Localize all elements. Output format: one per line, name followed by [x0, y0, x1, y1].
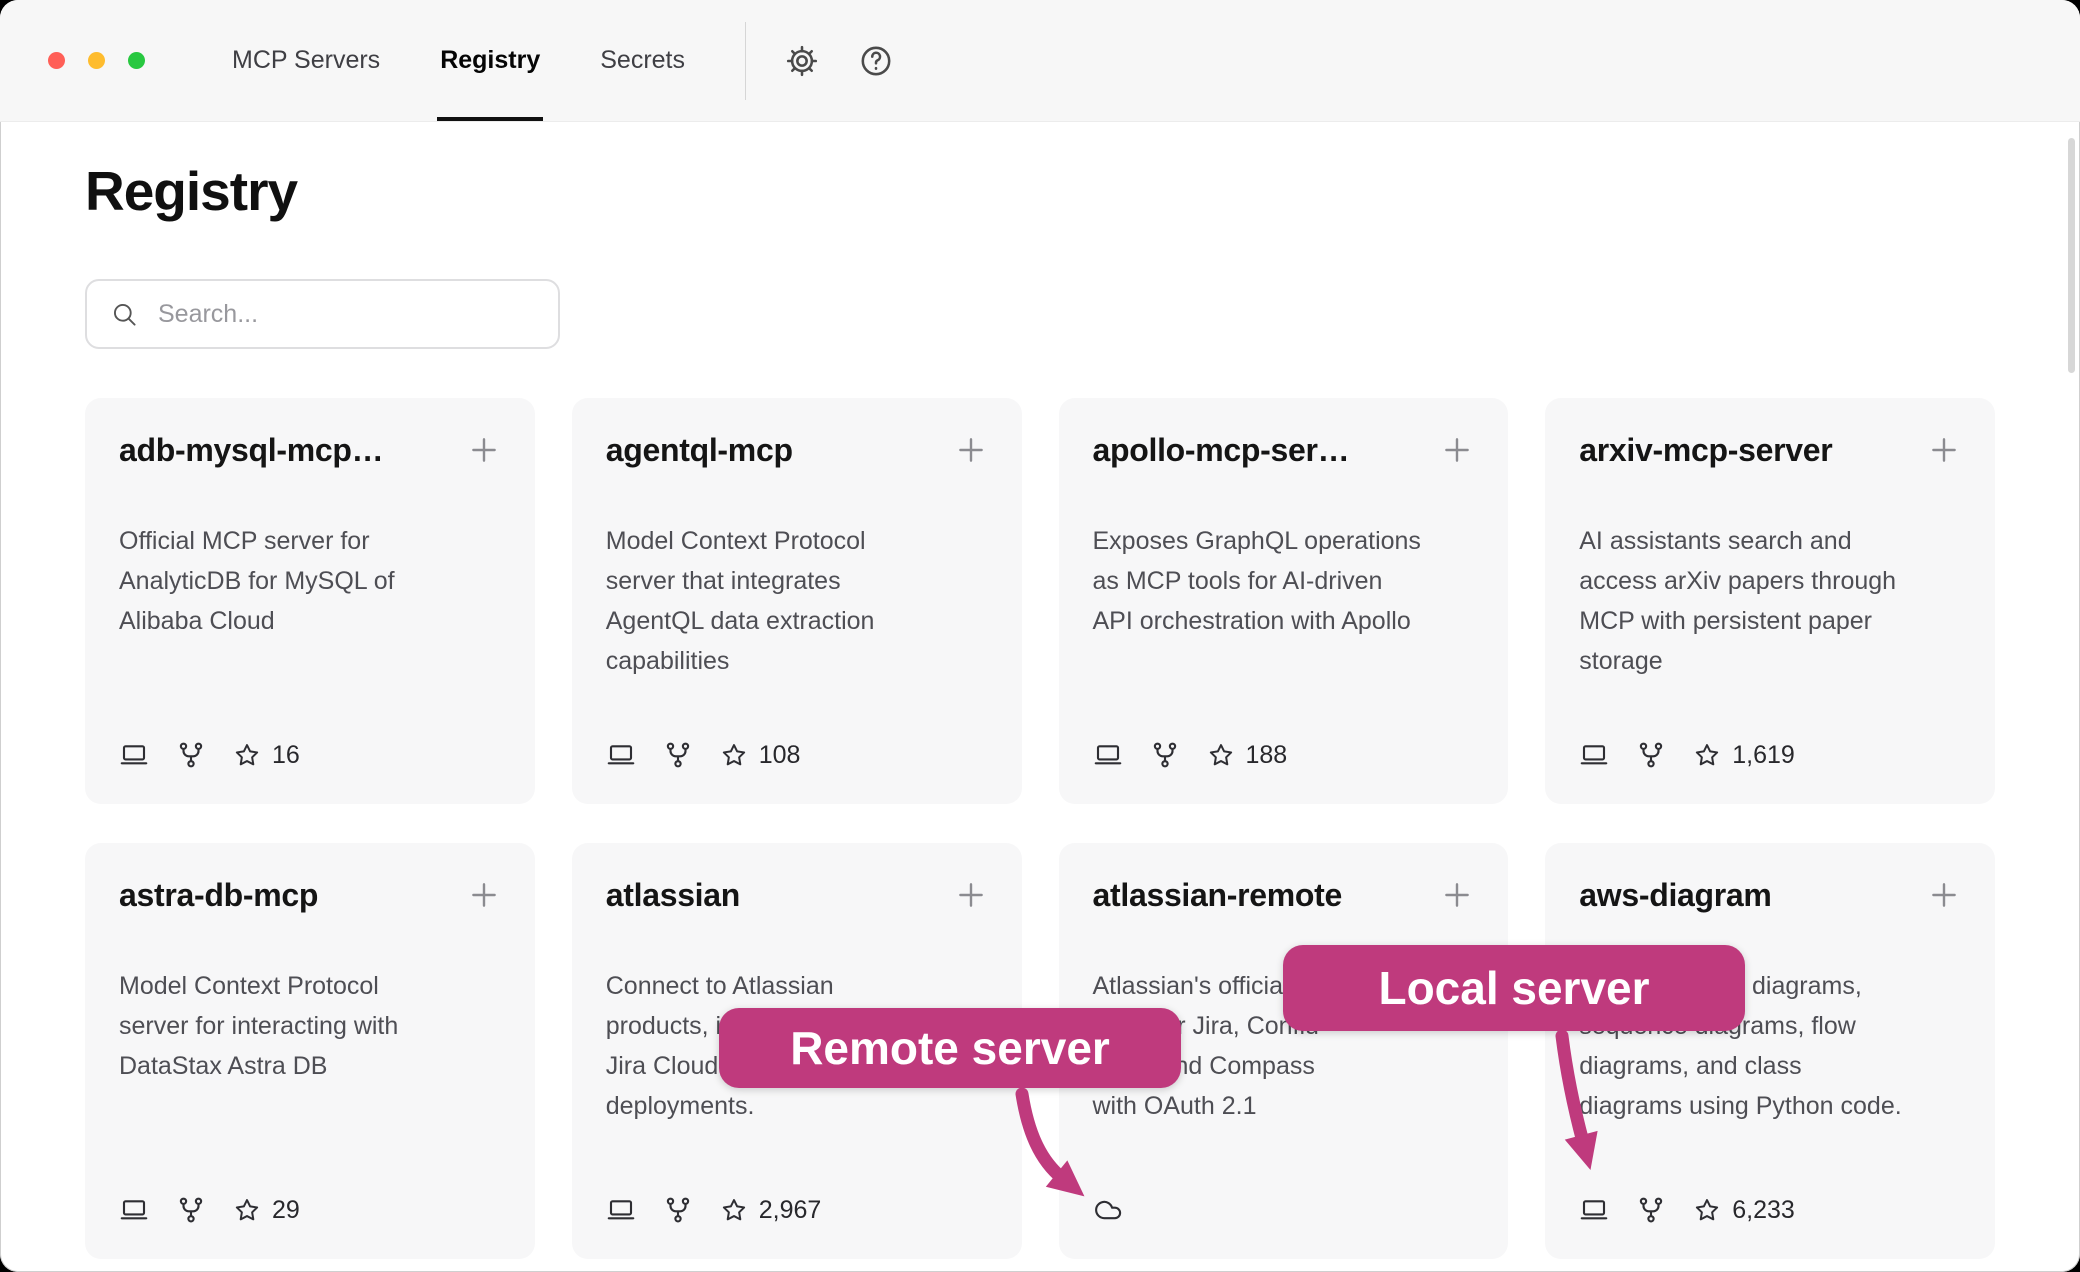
github-icon[interactable]: [176, 1195, 206, 1225]
remote-cloud-icon: [1093, 1195, 1123, 1225]
remote-server-callout: Remote server: [719, 1008, 1181, 1088]
star-count: 108: [720, 741, 801, 770]
server-card[interactable]: apollo-mcp-ser… Exposes GraphQL operatio…: [1059, 398, 1509, 804]
help-icon[interactable]: [858, 43, 894, 79]
star-icon: [720, 1196, 748, 1224]
add-server-button[interactable]: [467, 878, 501, 912]
close-window-button[interactable]: [48, 52, 65, 69]
server-name: agentql-mcp: [606, 432, 793, 469]
server-card-footer: 6,233: [1579, 1195, 1961, 1225]
server-card-footer: 2,967: [606, 1195, 988, 1225]
server-card-footer: 1,619: [1579, 740, 1961, 770]
titlebar-divider: [745, 22, 746, 100]
server-name: atlassian: [606, 877, 740, 914]
registry-page: Registry adb-mysql-mcp… Official MCP ser…: [0, 122, 2080, 1259]
server-name: arxiv-mcp-server: [1579, 432, 1832, 469]
search-icon: [111, 301, 138, 328]
tab-secrets[interactable]: Secrets: [570, 0, 715, 121]
server-grid: adb-mysql-mcp… Official MCP server for A…: [85, 398, 1995, 1259]
add-server-button[interactable]: [467, 433, 501, 467]
server-name: adb-mysql-mcp…: [119, 432, 383, 469]
server-description: Model Context Protocol server for intera…: [119, 966, 501, 1086]
star-count: 2,967: [720, 1196, 822, 1225]
star-count: 188: [1207, 741, 1288, 770]
github-icon[interactable]: [1150, 740, 1180, 770]
local-server-icon: [1579, 1195, 1609, 1225]
github-icon[interactable]: [1636, 740, 1666, 770]
github-icon[interactable]: [663, 1195, 693, 1225]
minimize-window-button[interactable]: [88, 52, 105, 69]
github-icon[interactable]: [663, 740, 693, 770]
star-count: 6,233: [1693, 1196, 1795, 1225]
github-icon[interactable]: [176, 740, 206, 770]
server-name: astra-db-mcp: [119, 877, 318, 914]
server-card-footer: 188: [1093, 740, 1475, 770]
star-count: 1,619: [1693, 741, 1795, 770]
github-icon[interactable]: [1636, 1195, 1666, 1225]
add-server-button[interactable]: [1440, 878, 1474, 912]
local-server-icon: [1579, 740, 1609, 770]
add-server-button[interactable]: [1927, 433, 1961, 467]
star-icon: [233, 741, 261, 769]
scrollbar-thumb[interactable]: [2068, 138, 2075, 373]
server-description: Model Context Protocol server that integ…: [606, 521, 988, 681]
add-server-button[interactable]: [1927, 878, 1961, 912]
star-icon: [720, 741, 748, 769]
local-server-icon: [1093, 740, 1123, 770]
tab-mcp-servers[interactable]: MCP Servers: [202, 0, 410, 121]
star-icon: [1207, 741, 1235, 769]
add-server-button[interactable]: [954, 433, 988, 467]
titlebar: MCP Servers Registry Secrets: [0, 0, 2080, 122]
zoom-window-button[interactable]: [128, 52, 145, 69]
star-icon: [1693, 741, 1721, 769]
server-card[interactable]: agentql-mcp Model Context Protocol serve…: [572, 398, 1022, 804]
local-server-callout: Local server: [1283, 945, 1745, 1031]
add-server-button[interactable]: [954, 878, 988, 912]
server-description: AI assistants search and access arXiv pa…: [1579, 521, 1961, 681]
page-title: Registry: [85, 159, 1995, 223]
search-input[interactable]: [156, 299, 538, 330]
local-server-icon: [606, 1195, 636, 1225]
settings-gear-icon[interactable]: [784, 43, 820, 79]
star-count: 16: [233, 741, 300, 770]
add-server-button[interactable]: [1440, 433, 1474, 467]
server-card[interactable]: arxiv-mcp-server AI assistants search an…: [1545, 398, 1995, 804]
local-server-icon: [119, 1195, 149, 1225]
star-icon: [1693, 1196, 1721, 1224]
server-card[interactable]: adb-mysql-mcp… Official MCP server for A…: [85, 398, 535, 804]
star-icon: [233, 1196, 261, 1224]
server-name: apollo-mcp-ser…: [1093, 432, 1350, 469]
nav-tabs: MCP Servers Registry Secrets: [202, 0, 715, 121]
server-name: aws-diagram: [1579, 877, 1771, 914]
server-card-footer: [1093, 1195, 1475, 1225]
server-card-footer: 16: [119, 740, 501, 770]
tab-registry[interactable]: Registry: [410, 0, 570, 121]
app-window: MCP Servers Registry Secrets Registry ad…: [0, 0, 2080, 1272]
server-description: Official MCP server for AnalyticDB for M…: [119, 521, 501, 641]
server-card[interactable]: aws-diagram Generate AWS diagrams, seque…: [1545, 843, 1995, 1259]
star-count: 29: [233, 1196, 300, 1225]
server-description: Exposes GraphQL operations as MCP tools …: [1093, 521, 1475, 641]
server-name: atlassian-remote: [1093, 877, 1343, 914]
search-box: [85, 279, 560, 349]
server-card[interactable]: astra-db-mcp Model Context Protocol serv…: [85, 843, 535, 1259]
local-server-icon: [119, 740, 149, 770]
server-card-footer: 29: [119, 1195, 501, 1225]
local-server-icon: [606, 740, 636, 770]
window-controls: [0, 52, 145, 69]
server-card-footer: 108: [606, 740, 988, 770]
